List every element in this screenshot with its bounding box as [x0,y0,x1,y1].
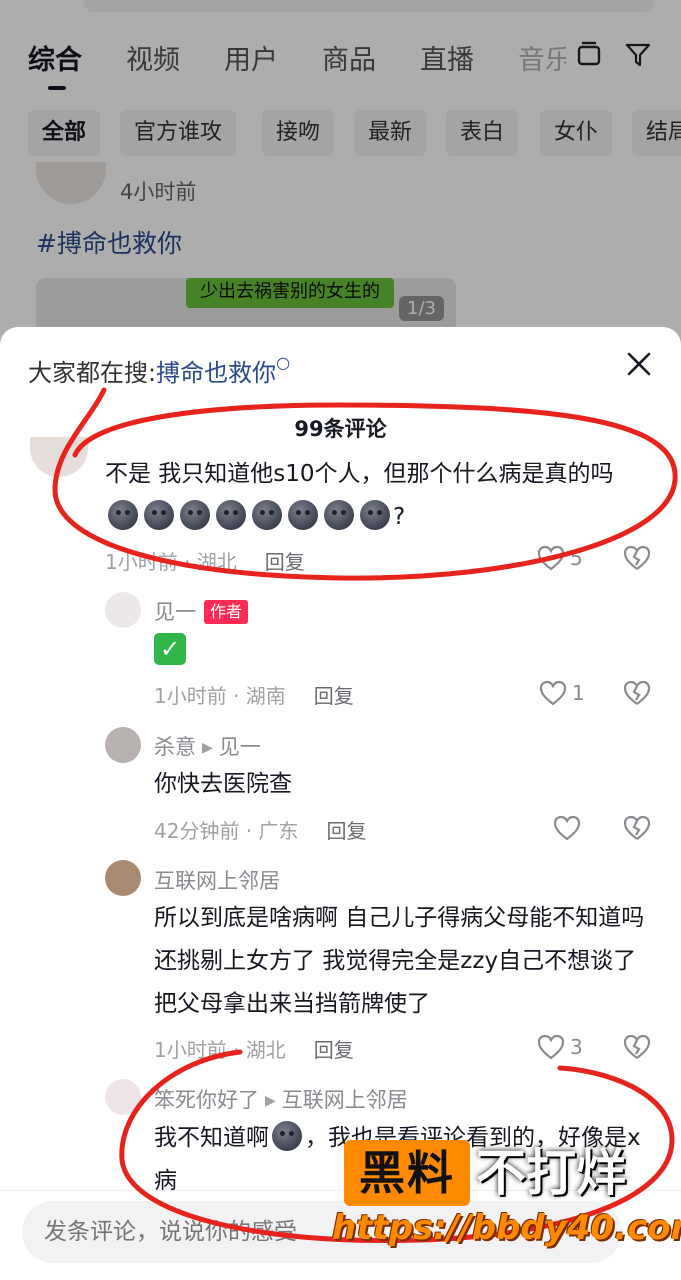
comment-time-location: 1小时前 · 湖北 [105,550,237,574]
comment-meta: 42分钟前 · 广东 回复 [154,815,367,844]
reply-arrow-icon: ▶ [265,1093,276,1109]
moon-emoji-icon [108,500,138,530]
search-suggestion[interactable]: 大家都在搜:搏命也救你○ [28,353,290,388]
heart-icon[interactable] [538,678,568,708]
heart-icon[interactable] [552,813,582,843]
reply-button[interactable]: 回复 [265,550,305,574]
like-count: 3 [570,1035,583,1059]
heart-icon[interactable] [536,543,566,573]
like-count: 1 [572,681,585,705]
comment-time-location: 1小时前 · 湖北 [154,1038,286,1062]
moon-emoji-icon [272,1121,302,1151]
reply-button[interactable]: 回复 [327,819,367,843]
check-mark-icon: ✓ [154,633,186,665]
moon-emoji-icon [180,500,210,530]
comment-count: 99条评论 [294,417,387,441]
watermark-url: https://bbdy40.com [332,1208,681,1248]
comment-text: ✓ [154,629,186,672]
reply-arrow-icon: ▶ [202,740,213,756]
avatar[interactable] [30,437,88,477]
comment-author[interactable]: 杀意 ▶ 见一 [154,731,261,761]
comment-text: 所以到底是啥病啊 自己儿子得病父母能不知道吗还挑剔上女方了 我觉得完全是zzy自… [154,905,645,1017]
broken-heart-icon[interactable] [622,813,652,843]
moon-emoji-icon [324,500,354,530]
moon-emoji-icon [144,500,174,530]
moon-emoji-icon [360,500,390,530]
comment-author[interactable]: 互联网上邻居 [154,865,280,895]
broken-heart-icon[interactable] [622,678,652,708]
broken-heart-icon[interactable] [622,543,652,573]
comment-sheet: 大家都在搜:搏命也救你○ 99条评论 不是 我只知道他s10个人，但那个什么病是… [0,327,681,1280]
watermark-text: 不打烊 [476,1144,626,1202]
moon-emoji-icon [216,500,246,530]
search-icon: ○ [276,353,291,372]
comment-author[interactable]: 笨死你好了 ▶ 互联网上邻居 [154,1084,408,1114]
comment-meta: 1小时前 · 湖南 回复 [154,680,354,709]
avatar[interactable] [105,592,141,628]
broken-heart-icon[interactable] [622,1032,652,1062]
watermark-logo: 黑料 [344,1140,470,1206]
author-badge: 作者 [204,600,249,624]
moon-emoji-icon [252,500,282,530]
comment-text: 不是 我只知道他s10个人，但那个什么病是真的吗 ? [105,461,614,530]
reply-button[interactable]: 回复 [314,684,354,708]
moon-emoji-icon [288,500,318,530]
avatar[interactable] [105,1079,141,1115]
comment-time-location: 1小时前 · 湖南 [154,684,286,708]
like-count: 5 [570,546,583,570]
comment-meta: 1小时前 · 湖北 回复 [154,1034,354,1063]
suggestion-keyword[interactable]: 搏命也救你 [156,359,276,387]
suggestion-label: 大家都在搜: [28,359,157,387]
comment-author[interactable]: 见一 作者 [154,596,249,626]
close-icon[interactable] [624,349,654,379]
comment-text: 你快去医院查 [154,771,292,797]
comment-time-location: 42分钟前 · 广东 [154,819,299,843]
reply-button[interactable]: 回复 [314,1038,354,1062]
heart-icon[interactable] [536,1032,566,1062]
avatar[interactable] [105,727,141,763]
avatar[interactable] [105,860,141,896]
comment-meta: 1小时前 · 湖北 回复 [105,546,305,575]
